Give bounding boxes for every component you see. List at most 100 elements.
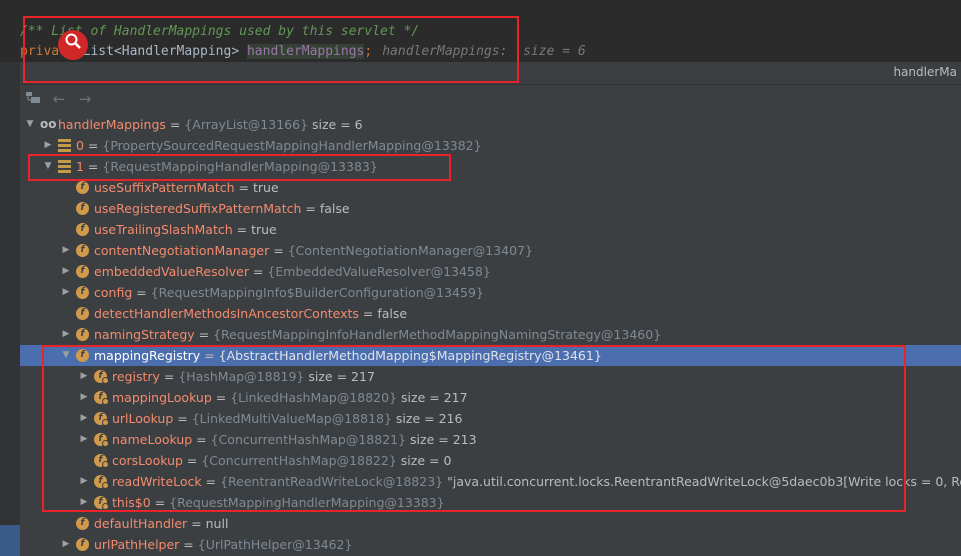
tree-row[interactable]: ▶ f namingStrategy = {RequestMappingInfoHa… [20,324,961,345]
expand-down-icon[interactable]: ▼ [24,114,36,135]
variable-name: urlPathHelper [94,537,180,552]
variable-ref: {LinkedHashMap@18820} [230,390,398,405]
variable-name: useTrailingSlashMatch [94,222,233,237]
expand-right-icon[interactable]: ▶ [60,534,72,555]
expand-right-icon[interactable]: ▶ [42,135,54,156]
variable-ref: {AbstractHandlerMethodMapping$MappingReg… [218,348,602,363]
tree-row[interactable]: ▼ f mappingRegistry = {AbstractHandlerMeth… [20,345,961,366]
variable-name: corsLookup [112,453,183,468]
tree-row-text: contentNegotiationManager = {ContentNego… [94,243,533,258]
tree-row[interactable]: ▶ f embeddedValueResolver = {EmbeddedValue… [20,261,961,282]
expand-right-icon[interactable]: ▶ [78,471,90,492]
variable-ref: {ArrayList@13166} [184,117,309,132]
variable-name: registry [112,369,160,384]
field-icon: f [76,181,89,194]
variable-name: embeddedValueResolver [94,264,249,279]
field-icon: f [76,286,89,299]
variable-name: defaultHandler [94,516,188,531]
variable-name: 1 [76,159,84,174]
tree-row-text: embeddedValueResolver = {EmbeddedValueRe… [94,264,491,279]
tree-row[interactable]: f corsLookup = {ConcurrentHashMap@18822} … [20,450,961,471]
expand-right-icon[interactable]: ▶ [60,261,72,282]
tree-row[interactable]: ▶ f registry = {HashMap@18819} size = 217 [20,366,961,387]
variable-name: namingStrategy [94,327,195,342]
tree-row[interactable]: f useTrailingSlashMatch = true [20,219,961,240]
field-icon: f [76,244,89,257]
array-element-icon [58,139,71,152]
expand-right-icon[interactable]: ▶ [78,408,90,429]
expand-right-icon[interactable]: ▶ [60,282,72,303]
field-icon: f [76,307,89,320]
code-declaration: private List<HandlerMapping> handlerMapp… [20,44,586,59]
tree-row-text: handlerMappings = {ArrayList@13166} size… [58,117,363,132]
code-editor: /** List of HandlerMappings used by this… [0,0,961,62]
tree-row[interactable]: ▶ f contentNegotiationManager = {ContentNe… [20,240,961,261]
array-element-icon [58,160,71,173]
folder-tree-icon[interactable] [24,90,42,108]
tree-row[interactable]: ▶ f urlLookup = {LinkedMultiValueMap@18818… [20,408,961,429]
variable-value: size = 6 [312,117,363,132]
tree-row-text: useRegisteredSuffixPatternMatch = false [94,201,350,216]
panel-titlebar[interactable]: handlerMa [20,62,961,85]
tree-row-text: namingStrategy = {RequestMappingInfoHand… [94,327,662,342]
expand-right-icon[interactable]: ▶ [60,240,72,261]
field-icon: f [94,412,109,426]
back-arrow-icon[interactable]: ← [50,90,68,108]
expand-right-icon[interactable]: ▶ [78,492,90,513]
expand-right-icon[interactable]: ▶ [78,366,90,387]
variable-name: this$0 [112,495,151,510]
tree-row[interactable]: f useRegisteredSuffixPatternMatch = false [20,198,961,219]
variable-name: useRegisteredSuffixPatternMatch [94,201,302,216]
tree-row-text: 0 = {PropertySourcedRequestMappingHandle… [76,138,482,153]
field-icon: f [94,496,109,510]
expand-right-icon[interactable]: ▶ [78,387,90,408]
inline-value-hint: handlerMappings: size = 6 [382,44,586,59]
tree-row[interactable]: ▶ 0 = {PropertySourcedRequestMappingHandl… [20,135,961,156]
field-icon: f [94,433,109,447]
tree-row[interactable]: f defaultHandler = null [20,513,961,534]
field-icon: f [76,202,89,215]
variable-value: null [205,516,229,531]
tree-row-text: defaultHandler = null [94,516,229,531]
tree-row[interactable]: ▶ f config = {RequestMappingInfo$BuilderCo… [20,282,961,303]
variable-name: mappingLookup [112,390,212,405]
code-field[interactable]: handlerMappings [246,44,365,59]
expand-right-icon[interactable]: ▶ [78,429,90,450]
field-icon: f [76,517,89,530]
tree-row[interactable]: ▼ 1 = {RequestMappingHandlerMapping@13383… [20,156,961,177]
variable-name: handlerMappings [58,117,166,132]
watch-glasses-icon: oo [40,117,57,131]
panel-toolbar: ← → [20,85,961,113]
variable-name: contentNegotiationManager [94,243,270,258]
tree-row-text: this$0 = {RequestMappingHandlerMapping@1… [112,495,445,510]
tree-row[interactable]: ▶ f mappingLookup = {LinkedHashMap@18820} … [20,387,961,408]
variable-ref: {HashMap@18819} [178,369,305,384]
tree-row[interactable]: ▶ f readWriteLock = {ReentrantReadWriteLoc… [20,471,961,492]
variable-value: size = 216 [395,411,463,426]
field-icon: f [76,538,89,551]
tree-row[interactable]: ▶ f urlPathHelper = {UrlPathHelper@13462} [20,534,961,555]
tree-row[interactable]: ▶ f this$0 = {RequestMappingHandlerMapping… [20,492,961,513]
variable-ref: {LinkedMultiValueMap@18818} [191,411,392,426]
tree-row[interactable]: ▶ f nameLookup = {ConcurrentHashMap@18821}… [20,429,961,450]
expand-down-icon[interactable]: ▼ [60,345,72,366]
variable-ref: {ReentrantReadWriteLock@18823} [220,474,444,489]
tree-row[interactable]: f detectHandlerMethodsInAncestorContexts … [20,303,961,324]
tree-row-text: urlLookup = {LinkedMultiValueMap@18818} … [112,411,463,426]
field-icon: f [94,475,109,489]
expand-down-icon[interactable]: ▼ [42,156,54,177]
forward-arrow-icon[interactable]: → [76,90,94,108]
tree-row-text: config = {RequestMappingInfo$BuilderConf… [94,285,484,300]
tree-row[interactable]: f useSuffixPatternMatch = true [20,177,961,198]
expand-right-icon[interactable]: ▶ [60,324,72,345]
search-icon [58,30,88,60]
tree-row-text: mappingLookup = {LinkedHashMap@18820} si… [112,390,468,405]
left-gutter [0,62,20,556]
tree-row[interactable]: ▼ oo handlerMappings = {ArrayList@13166} s… [20,114,961,135]
variable-name: mappingRegistry [94,348,201,363]
field-icon: f [76,328,89,341]
variable-name: useSuffixPatternMatch [94,180,235,195]
gutter-marker [0,525,20,556]
tree-row-text: useSuffixPatternMatch = true [94,180,279,195]
variable-ref: {RequestMappingInfoHandlerMethodMappingN… [213,327,662,342]
